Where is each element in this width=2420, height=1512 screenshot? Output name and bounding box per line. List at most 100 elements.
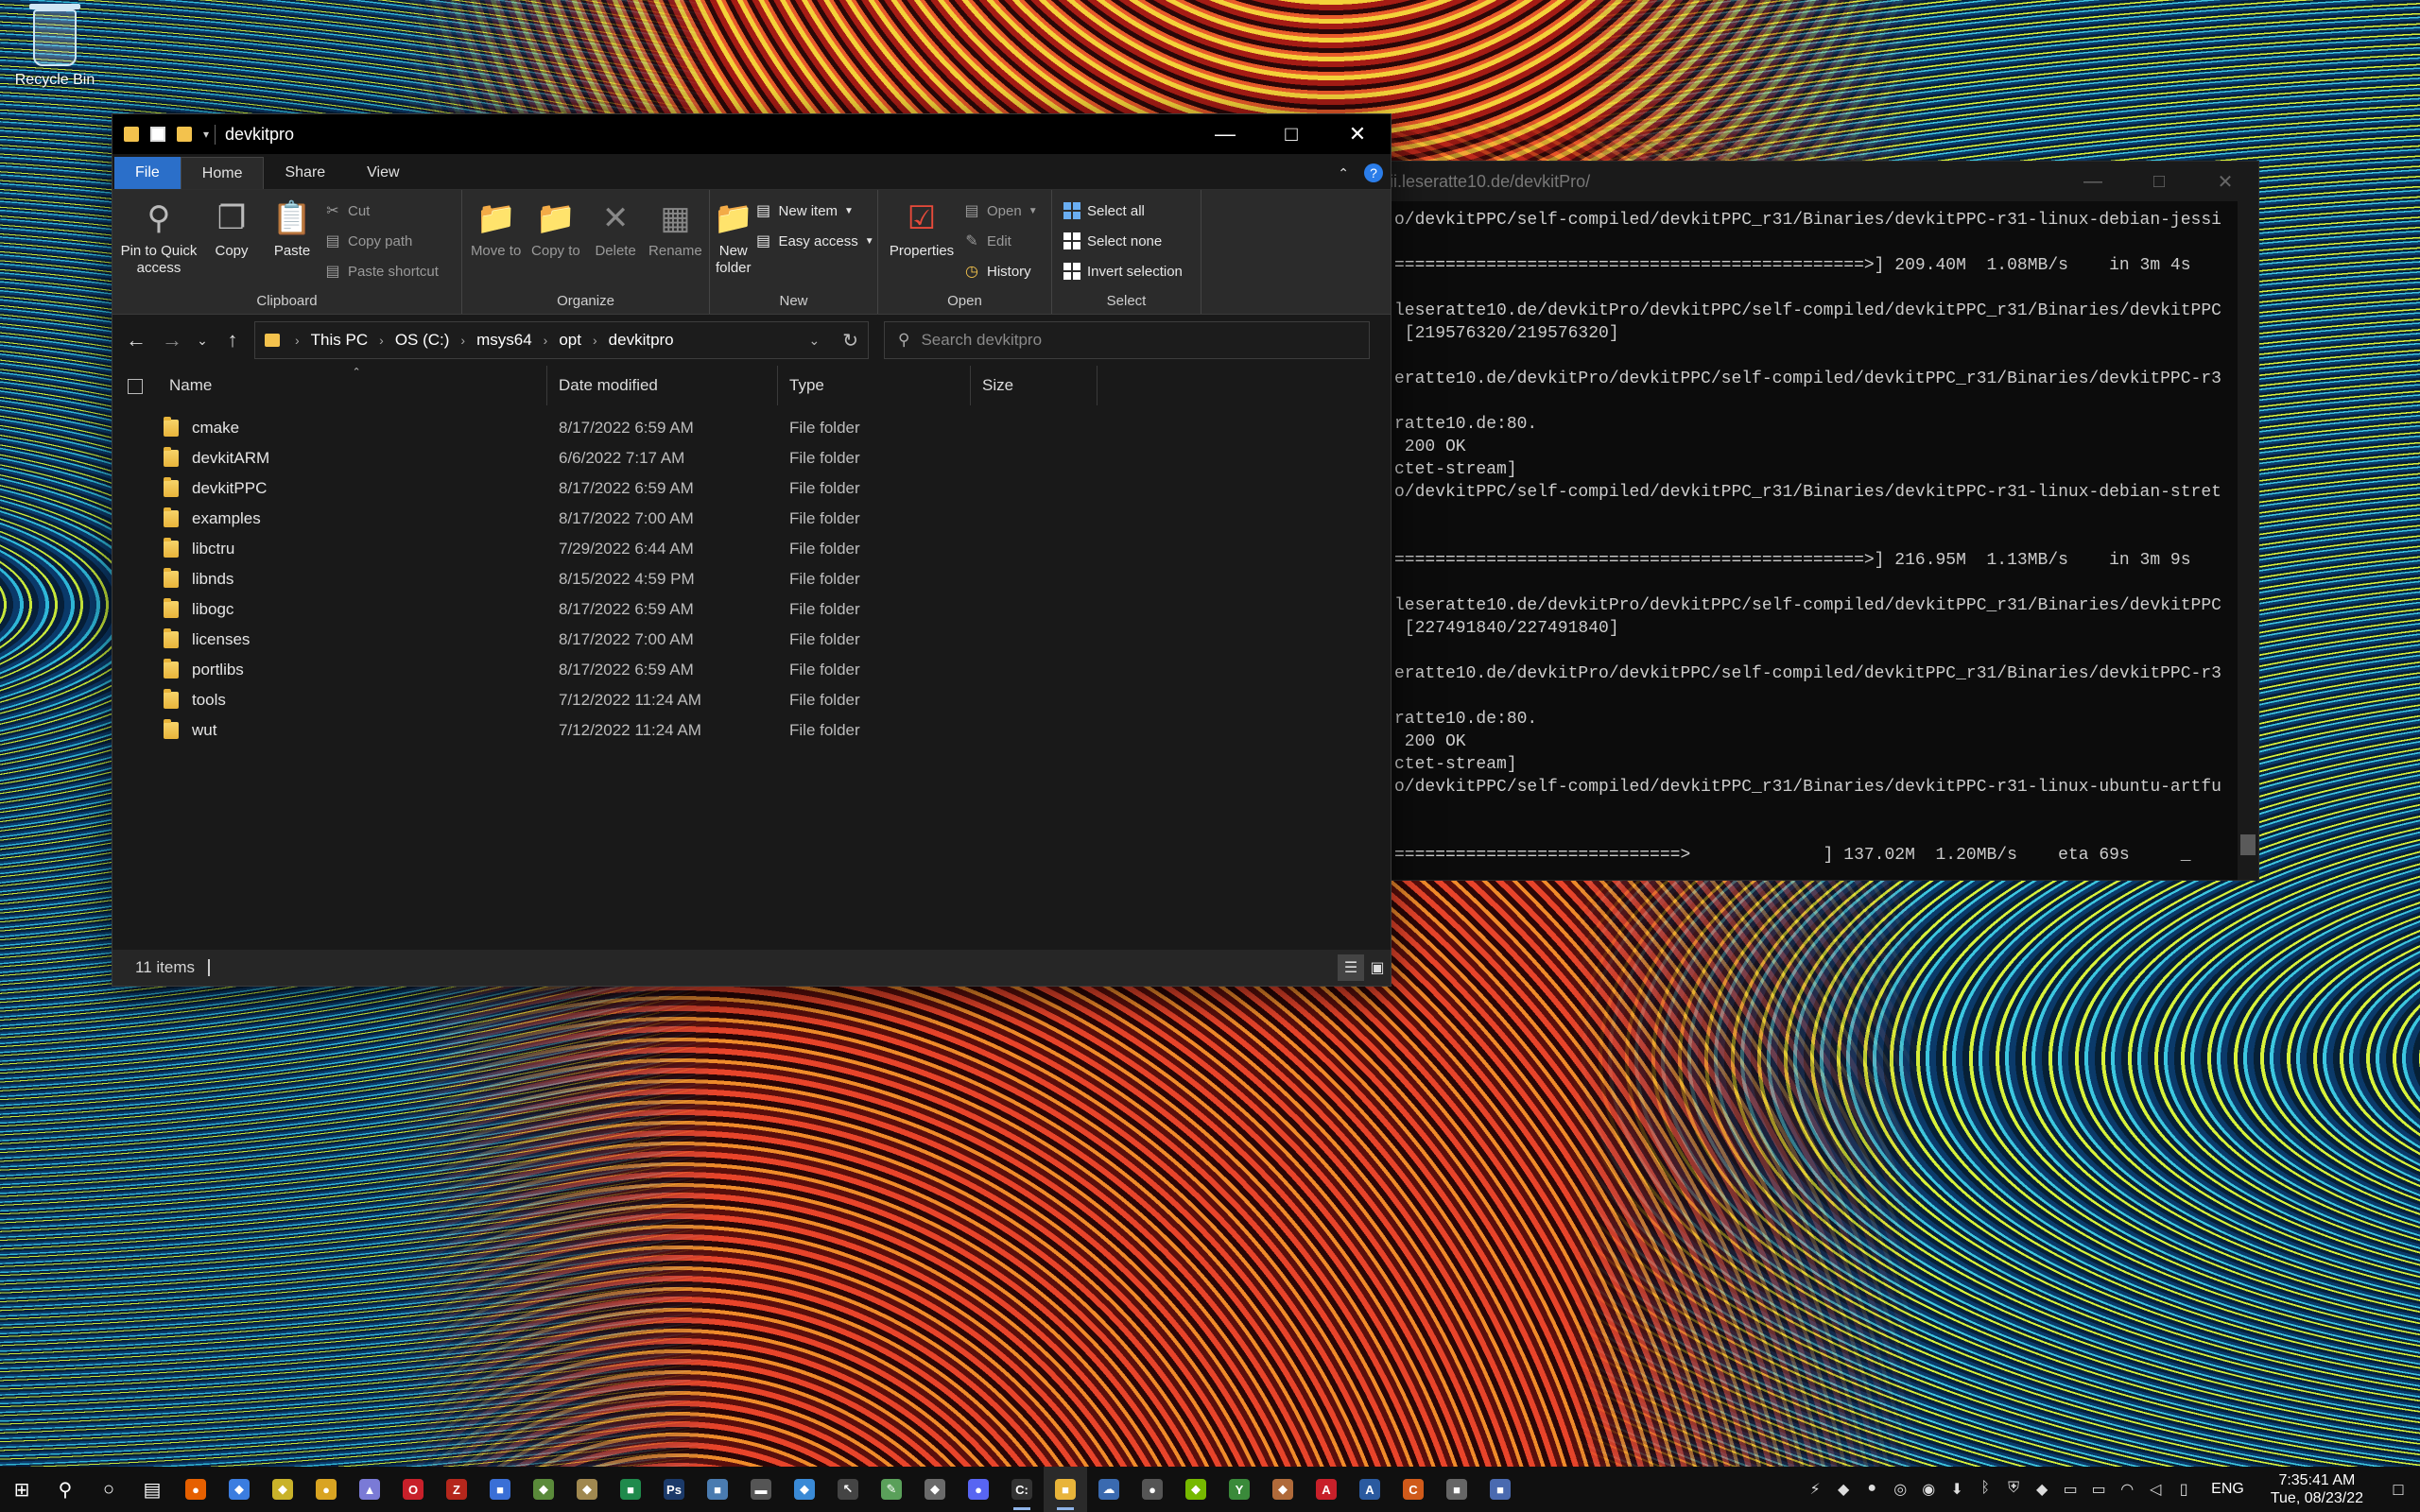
collapse-ribbon-icon[interactable]: ⌃ — [1338, 165, 1349, 181]
lightning-icon[interactable]: ⚡ — [1801, 1480, 1829, 1499]
new-item-button[interactable]: ▤ New item ▼ — [755, 198, 874, 224]
app-icon[interactable]: ◆ — [261, 1467, 304, 1512]
app-icon[interactable]: ■ — [1478, 1467, 1522, 1512]
up-icon[interactable]: ↑ — [218, 328, 247, 352]
new-folder-button[interactable]: 📁 New folder — [714, 196, 753, 277]
discord-icon[interactable]: ● — [957, 1467, 1000, 1512]
minimize-icon[interactable]: — — [2060, 171, 2126, 193]
select-all-button[interactable]: Select all — [1063, 198, 1183, 224]
cloud-icon[interactable]: ☁ — [1087, 1467, 1131, 1512]
app-icon[interactable]: ■ — [696, 1467, 739, 1512]
spreadsheet-icon[interactable]: ■ — [609, 1467, 652, 1512]
new-folder-icon[interactable] — [177, 127, 192, 142]
large-icons-view-icon[interactable]: ▣ — [1364, 954, 1391, 981]
messenger-icon[interactable]: ◆ — [217, 1467, 261, 1512]
breadcrumb-os-c[interactable]: OS (C:) — [395, 331, 450, 350]
easy-access-button[interactable]: ▤ Easy access ▼ — [755, 228, 874, 254]
details-view-icon[interactable]: ☰ — [1338, 954, 1364, 981]
address-bar[interactable]: › This PC › OS (C:) › msys64 › opt › dev… — [254, 321, 869, 359]
windows-start-icon[interactable]: ⊞ — [0, 1467, 43, 1512]
wifi-icon[interactable]: ◠ — [2113, 1480, 2141, 1499]
battery-icon[interactable]: ▭ — [2084, 1480, 2113, 1499]
tab-share[interactable]: Share — [264, 157, 346, 189]
task-view-icon[interactable]: ▤ — [130, 1467, 174, 1512]
app-icon[interactable]: ◆ — [1829, 1480, 1858, 1499]
language-indicator[interactable]: ENG — [2198, 1481, 2257, 1498]
recycle-bin-shortcut[interactable]: Recycle Bin — [8, 4, 102, 89]
checkbox[interactable] — [128, 378, 143, 394]
file-name-cell[interactable]: examples — [112, 507, 547, 528]
back-icon[interactable]: ← — [122, 328, 150, 352]
app-icon[interactable]: Y — [1218, 1467, 1261, 1512]
file-name-cell[interactable]: libnds — [112, 568, 547, 589]
clock[interactable]: 7:35:41 AM Tue, 08/23/22 — [2257, 1471, 2377, 1507]
keyboard-icon[interactable]: ▬ — [739, 1467, 783, 1512]
file-list[interactable]: ⌃ Name Date modified Type Size cmake 8/17/… — [112, 366, 1391, 950]
open-button[interactable]: ▤ Open ▼ — [963, 198, 1037, 224]
file-name-cell[interactable]: cmake — [112, 417, 547, 438]
column-name[interactable]: ⌃ Name — [158, 366, 547, 405]
invert-selection-button[interactable]: Invert selection — [1063, 258, 1183, 284]
terminal-icon[interactable]: C: — [1000, 1467, 1044, 1512]
minimize-button[interactable]: — — [1192, 114, 1258, 154]
app-icon[interactable]: ◉ — [1914, 1480, 1943, 1499]
cpuid-icon[interactable]: C — [1392, 1467, 1435, 1512]
tab-file[interactable]: File — [114, 157, 181, 189]
copy-to-button[interactable]: 📁 Copy to — [527, 196, 583, 260]
photoshop-icon[interactable]: Ps — [652, 1467, 696, 1512]
app-icon[interactable]: ◆ — [2028, 1480, 2056, 1499]
terminal-window[interactable]: wii.leseratte10.de/devkitPro/ — □ ✕ o/de… — [1361, 161, 2259, 881]
table-row[interactable]: devkitPPC 8/17/2022 6:59 AM File folder — [112, 473, 1391, 504]
edit-button[interactable]: ✎ Edit — [963, 228, 1038, 254]
table-row[interactable]: examples 8/17/2022 7:00 AM File folder — [112, 504, 1391, 534]
table-row[interactable]: libnds 8/15/2022 4:59 PM File folder — [112, 564, 1391, 594]
column-type[interactable]: Type — [778, 366, 971, 405]
file-name-cell[interactable]: libogc — [112, 598, 547, 619]
filezilla-icon[interactable]: Z — [435, 1467, 478, 1512]
help-icon[interactable]: ? — [1364, 163, 1383, 182]
properties-icon[interactable] — [150, 127, 165, 142]
refresh-icon[interactable]: ↻ — [842, 329, 858, 352]
file-name-cell[interactable]: devkitPPC — [112, 477, 547, 498]
firefox-icon[interactable]: ● — [174, 1467, 217, 1512]
table-row[interactable]: libogc 8/17/2022 6:59 AM File folder — [112, 594, 1391, 625]
acrobat-icon[interactable]: A — [1305, 1467, 1348, 1512]
file-name-cell[interactable]: tools — [112, 689, 547, 710]
file-name-cell[interactable]: wut — [112, 719, 547, 740]
file-name-cell[interactable]: portlibs — [112, 659, 547, 679]
usb-icon[interactable]: ▯ — [2169, 1480, 2198, 1499]
copy-button[interactable]: ❐ Copy — [203, 196, 260, 260]
search-box[interactable]: ⚲ — [884, 321, 1370, 359]
pen-icon[interactable]: ✎ — [870, 1467, 913, 1512]
table-row[interactable]: licenses 8/17/2022 7:00 AM File folder — [112, 625, 1391, 655]
terminal-titlebar[interactable]: wii.leseratte10.de/devkitPro/ — □ ✕ — [1362, 162, 2258, 201]
table-row[interactable]: cmake 8/17/2022 6:59 AM File folder — [112, 413, 1391, 443]
copy-path-button[interactable]: ▤ Copy path — [324, 228, 439, 254]
lifebuoy-icon[interactable]: ◎ — [1886, 1480, 1914, 1499]
download-icon[interactable]: ⬇ — [1943, 1480, 1971, 1499]
select-all-checkbox-col[interactable] — [112, 366, 158, 405]
app-icon[interactable]: ◆ — [565, 1467, 609, 1512]
breadcrumb-msys64[interactable]: msys64 — [476, 331, 532, 350]
file-name-cell[interactable]: licenses — [112, 628, 547, 649]
search-icon[interactable]: ⚲ — [43, 1467, 87, 1512]
tab-home[interactable]: Home — [180, 157, 265, 189]
monitor-icon[interactable]: ▭ — [2056, 1480, 2084, 1499]
rocket-icon[interactable]: ▲ — [348, 1467, 391, 1512]
breadcrumb-this-pc[interactable]: This PC — [311, 331, 368, 350]
file-name-cell[interactable]: devkitARM — [112, 447, 547, 468]
app-icon[interactable]: A — [1348, 1467, 1392, 1512]
steam-icon[interactable]: ● — [1858, 1480, 1886, 1499]
table-row[interactable]: wut 7/12/2022 11:24 AM File folder — [112, 715, 1391, 746]
properties-button[interactable]: ☑ Properties — [884, 196, 959, 260]
file-name-cell[interactable]: libctru — [112, 538, 547, 558]
history-button[interactable]: ◷ History — [963, 258, 1038, 284]
table-row[interactable]: libctru 7/29/2022 6:44 AM File folder — [112, 534, 1391, 564]
chevron-down-icon[interactable]: ⌄ — [809, 333, 838, 349]
notification-center-icon[interactable]: □ — [2377, 1480, 2420, 1500]
chrome-icon[interactable]: ● — [304, 1467, 348, 1512]
app-icon[interactable]: ◆ — [783, 1467, 826, 1512]
file-explorer-icon[interactable]: ■ — [1044, 1467, 1087, 1512]
column-size[interactable]: Size — [971, 366, 1098, 405]
maximize-button[interactable]: □ — [1258, 114, 1324, 154]
